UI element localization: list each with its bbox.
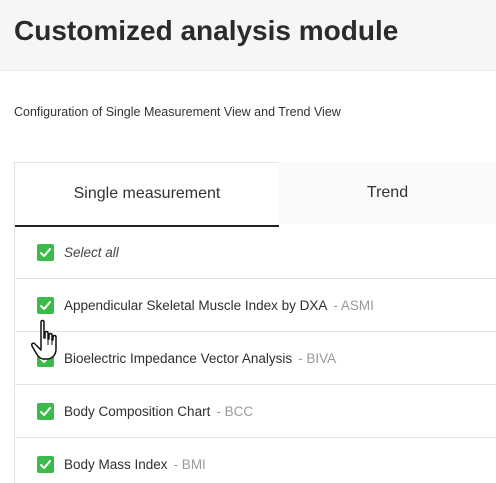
- checkmark-icon: [40, 247, 51, 257]
- page-title: Customized analysis module: [14, 15, 399, 46]
- analysis-item-list: Select all Appendicular Skeletal Muscle …: [14, 226, 496, 483]
- list-item-biva[interactable]: Bioelectric Impedance Vector Analysis - …: [15, 332, 496, 385]
- item-checkbox[interactable]: [37, 455, 54, 473]
- select-all-checkbox[interactable]: [37, 243, 54, 261]
- item-label: Body Composition Chart: [64, 403, 211, 419]
- checkmark-icon: [40, 459, 51, 469]
- analysis-module-page: Customized analysis module Configuration…: [0, 0, 496, 483]
- tab-label: Trend: [366, 184, 409, 201]
- select-all-row[interactable]: Select all: [15, 226, 496, 279]
- item-abbreviation: - BMI: [173, 456, 206, 472]
- item-abbreviation: - ASMI: [333, 297, 374, 313]
- checkmark-icon: [40, 300, 51, 310]
- page-header: Customized analysis module: [0, 0, 496, 71]
- item-label: Body Mass Index: [64, 456, 168, 472]
- checkmark-icon: [40, 353, 51, 363]
- item-label: Appendicular Skeletal Muscle Index by DX…: [64, 297, 328, 313]
- item-checkbox[interactable]: [37, 402, 54, 420]
- item-abbreviation: - BCC: [216, 403, 254, 419]
- tab-single-measurement[interactable]: Single measurement: [14, 162, 280, 227]
- page-subtitle: Configuration of Single Measurement View…: [14, 105, 341, 119]
- checkmark-icon: [40, 406, 51, 416]
- item-abbreviation: - BIVA: [298, 350, 337, 366]
- list-item-bmi[interactable]: Body Mass Index - BMI: [15, 438, 496, 483]
- list-item-asmi[interactable]: Appendicular Skeletal Muscle Index by DX…: [15, 279, 496, 332]
- item-checkbox[interactable]: [37, 349, 54, 367]
- item-checkbox[interactable]: [37, 296, 54, 314]
- tab-label: Single measurement: [73, 185, 221, 202]
- item-label: Bioelectric Impedance Vector Analysis: [64, 350, 293, 366]
- list-item-bcc[interactable]: Body Composition Chart - BCC: [15, 385, 496, 438]
- tab-trend[interactable]: Trend: [279, 162, 496, 224]
- select-all-label: Select all: [64, 244, 119, 260]
- view-tabs: Single measurement Trend: [14, 162, 496, 227]
